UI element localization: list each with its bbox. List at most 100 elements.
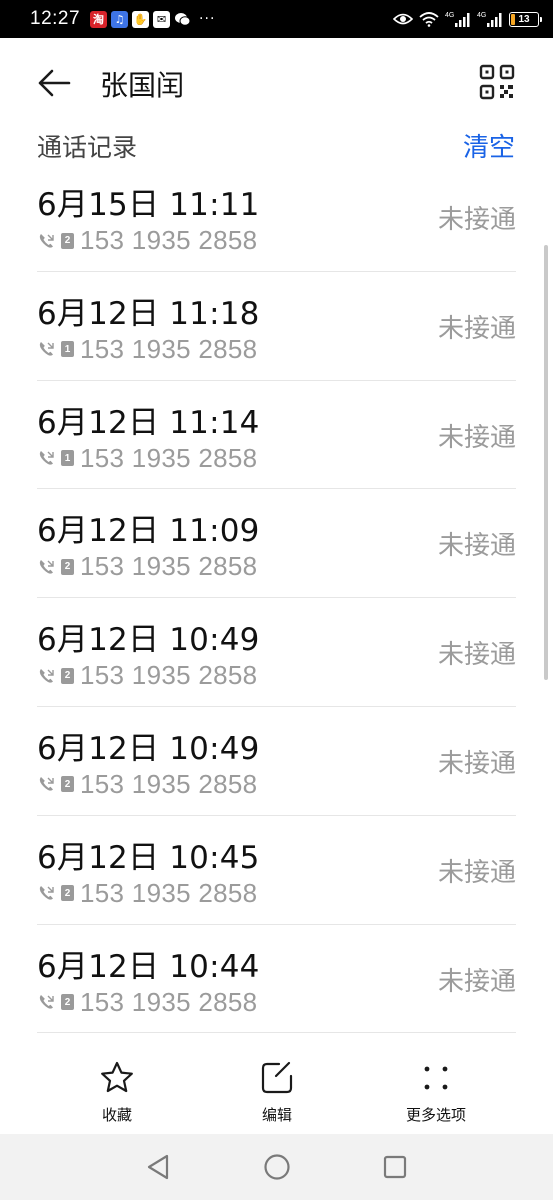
system-icons: 4G 4G 13 <box>393 10 542 28</box>
more-options-label: 更多选项 <box>405 1106 466 1124</box>
call-meta: 1 153 1935 2858 <box>37 443 257 474</box>
call-time: 6月12日 11:09 <box>37 513 260 550</box>
nav-recents-button[interactable] <box>380 1152 410 1182</box>
edit-button[interactable]: 编辑 <box>227 1050 327 1125</box>
sim-badge: 2 <box>61 994 74 1011</box>
circle-home-icon <box>264 1154 290 1180</box>
call-status: 未接通 <box>437 531 516 562</box>
sim-badge: 2 <box>61 232 74 249</box>
nav-home-button[interactable] <box>262 1152 292 1182</box>
call-number: 153 1935 2858 <box>80 768 258 799</box>
missed-call-icon <box>39 777 54 792</box>
missed-call-icon <box>39 886 54 900</box>
sim-badge: 1 <box>61 341 74 358</box>
call-number: 153 1935 2858 <box>80 877 258 908</box>
more-dots-icon <box>424 1066 448 1090</box>
call-row[interactable]: 6月12日 10:45 2 153 1935 2858 未接通 <box>37 816 516 925</box>
qr-code-button[interactable] <box>479 64 517 102</box>
call-number: 153 1935 2858 <box>80 225 258 255</box>
call-number: 153 1935 2858 <box>80 442 258 473</box>
hand-icon: ✋ <box>132 10 150 28</box>
missed-call-icon <box>39 995 54 1009</box>
music-icon: ♫ <box>111 10 129 28</box>
call-meta: 2 153 1935 2858 <box>37 878 257 909</box>
contact-name: 张国闰 <box>100 69 185 102</box>
signal-icon-1: 4G <box>445 12 470 27</box>
triangle-back-icon <box>147 1154 169 1180</box>
call-meta: 1 153 1935 2858 <box>37 334 257 365</box>
sim-badge: 2 <box>61 776 74 793</box>
wifi-icon <box>419 12 439 27</box>
call-meta: 2 153 1935 2858 <box>37 987 257 1018</box>
call-number: 153 1935 2858 <box>80 333 258 364</box>
call-history-title: 通话记录 <box>37 133 138 162</box>
call-row[interactable]: 6月12日 11:14 1 153 1935 2858 未接通 <box>37 381 516 490</box>
more-options-button[interactable]: 更多选项 <box>386 1050 486 1125</box>
call-time: 6月15日 11:11 <box>37 187 260 223</box>
missed-call-icon <box>39 668 54 683</box>
call-time: 6月12日 11:14 <box>37 404 260 441</box>
call-status: 未接通 <box>437 313 516 344</box>
missed-call-icon <box>39 342 54 356</box>
edit-icon <box>261 1061 293 1094</box>
call-number: 153 1935 2858 <box>80 660 258 691</box>
qr-code-icon <box>479 64 515 100</box>
sim-badge: 1 <box>61 450 74 467</box>
edit-label: 编辑 <box>261 1106 292 1124</box>
battery-level: 13 <box>518 13 530 25</box>
missed-call-icon <box>39 233 54 248</box>
header: 张国闰 <box>0 38 553 128</box>
battery-icon: 13 <box>509 11 542 27</box>
call-row[interactable]: 6月12日 10:49 2 153 1935 2858 未接通 <box>37 598 516 707</box>
nav-back-button[interactable] <box>143 1152 173 1182</box>
call-meta: 2 153 1935 2858 <box>37 769 257 800</box>
signal-icon-2: 4G <box>477 12 502 27</box>
back-button[interactable] <box>34 65 74 101</box>
wechat-icon <box>174 11 191 28</box>
call-meta: 2 153 1935 2858 <box>37 551 257 582</box>
navigation-bar <box>0 1134 553 1200</box>
call-status: 未接通 <box>437 857 516 888</box>
mail-icon: ✉ <box>153 10 171 28</box>
missed-call-icon <box>39 451 54 465</box>
call-status: 未接通 <box>437 640 516 671</box>
scrollbar[interactable] <box>544 245 548 680</box>
call-row[interactable]: 6月12日 11:09 2 153 1935 2858 未接通 <box>37 489 516 599</box>
network-label-2: 4G <box>477 12 486 19</box>
call-row[interactable]: 6月12日 10:49 2 153 1935 2858 未接通 <box>37 707 516 816</box>
taobao-icon: 淘 <box>90 10 108 28</box>
call-number: 153 1935 2858 <box>80 986 258 1017</box>
action-bar: 收藏 编辑 更多选项 <box>0 1050 553 1134</box>
status-bar: 12:27 淘 ♫ ✋ ✉ ··· 4G 4G 13 <box>0 0 553 38</box>
notification-icons: 淘 ♫ ✋ ✉ ··· <box>90 10 216 28</box>
call-time: 6月12日 11:18 <box>37 295 260 332</box>
call-status: 未接通 <box>437 966 516 997</box>
back-arrow-icon <box>38 69 71 97</box>
call-time: 6月12日 10:49 <box>37 730 260 767</box>
call-meta: 2 153 1935 2858 <box>37 660 257 691</box>
call-time: 6月12日 10:44 <box>37 948 260 985</box>
call-row[interactable]: 6月12日 10:44 2 153 1935 2858 未接通 <box>37 925 516 1034</box>
call-number: 153 1935 2858 <box>80 551 258 582</box>
eye-icon <box>393 13 413 25</box>
call-status: 未接通 <box>437 422 516 453</box>
network-label-1: 4G <box>445 12 454 19</box>
square-recents-icon <box>383 1155 407 1179</box>
call-row[interactable]: 6月15日 11:11 2 153 1935 2858 未接通 <box>37 163 516 272</box>
sim-badge: 2 <box>61 885 74 902</box>
clear-button[interactable]: 清空 <box>463 127 515 164</box>
call-status: 未接通 <box>437 205 516 235</box>
favorite-label: 收藏 <box>101 1106 132 1124</box>
missed-call-icon <box>39 559 54 574</box>
more-notifications-icon: ··· <box>199 11 216 27</box>
star-icon <box>101 1061 133 1093</box>
call-list: 6月15日 11:11 2 153 1935 2858 未接通 6月12日 11:18 1… <box>37 163 516 1034</box>
favorite-button[interactable]: 收藏 <box>67 1050 167 1125</box>
call-time: 6月12日 10:45 <box>37 839 260 876</box>
call-meta: 2 153 1935 2858 <box>37 225 257 256</box>
sim-badge: 2 <box>61 558 74 575</box>
call-time: 6月12日 10:49 <box>37 622 260 659</box>
sim-badge: 2 <box>61 667 74 684</box>
call-row[interactable]: 6月12日 11:18 1 153 1935 2858 未接通 <box>37 272 516 381</box>
call-status: 未接通 <box>437 748 516 779</box>
